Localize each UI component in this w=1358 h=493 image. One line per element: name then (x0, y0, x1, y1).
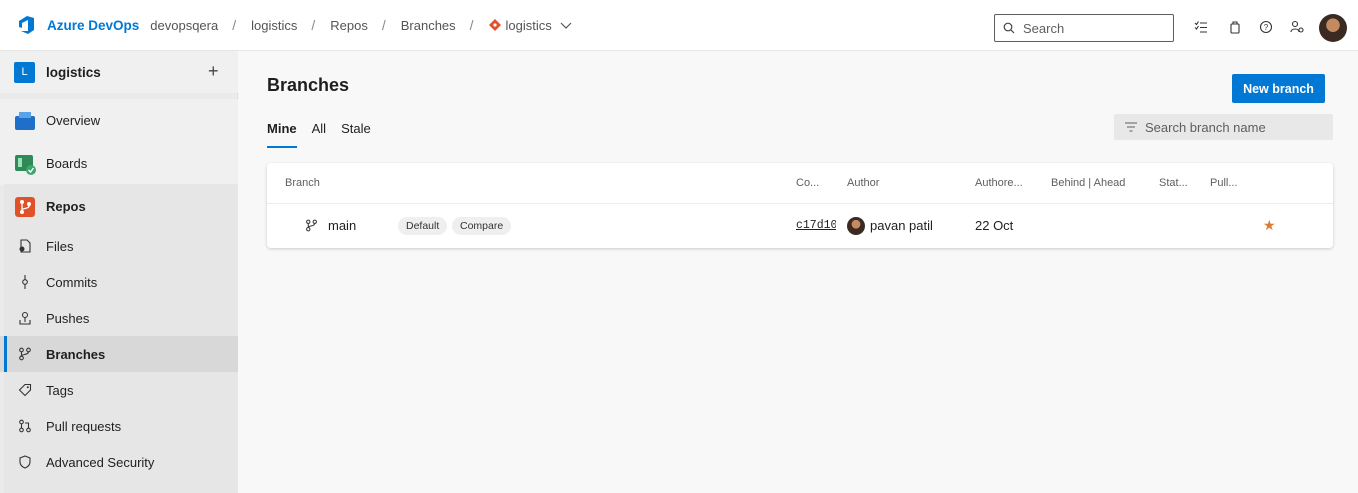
sidebar-item-commits[interactable]: Commits (0, 264, 238, 300)
branch-icon (306, 219, 317, 232)
breadcrumb-branches[interactable]: Branches (401, 18, 456, 33)
search-placeholder: Search (1023, 20, 1065, 36)
author-name: pavan patil (870, 218, 933, 233)
sidebar-item-repos[interactable]: Repos (0, 185, 238, 228)
marketplace-bag-icon[interactable] (1228, 20, 1242, 34)
project-name: logistics (46, 64, 101, 80)
table-row[interactable]: main Default Compare c17d10f pavan patil… (267, 204, 1333, 248)
sidebar-item-label: Files (46, 238, 74, 254)
azure-devops-logo-icon[interactable] (16, 14, 38, 36)
breadcrumb-organization[interactable]: devopsqera (150, 18, 218, 33)
authored-date: 22 Oct (975, 218, 1014, 233)
repos-icon (15, 196, 35, 217)
branch-name[interactable]: main (328, 218, 356, 233)
user-avatar[interactable] (1319, 14, 1347, 42)
sidebar-item-label: Boards (46, 156, 88, 171)
branches-table: Branch Co... Author Authore... Behind | … (267, 163, 1333, 248)
sidebar-item-label: Advanced Security (46, 454, 155, 470)
sidebar-item-label: Commits (46, 274, 98, 290)
project-header[interactable]: L logistics + (0, 51, 238, 93)
project-avatar: L (14, 61, 35, 83)
filter-icon (1125, 122, 1137, 132)
sidebar-item-label: Tags (46, 382, 74, 398)
pushes-icon (17, 310, 33, 326)
commits-icon (17, 274, 33, 290)
branch-tabs: Mine All Stale (267, 120, 386, 148)
search-icon (1003, 22, 1015, 34)
filter-placeholder: Search branch name (1145, 119, 1266, 135)
search-input[interactable]: Search (994, 14, 1174, 42)
left-sidebar: L logistics + Overview Boards Repos File… (0, 51, 238, 493)
tab-stale[interactable]: Stale (341, 120, 371, 148)
column-header-commit[interactable]: Co... (796, 177, 819, 189)
column-header-status[interactable]: Stat... (1159, 177, 1188, 189)
brand-name[interactable]: Azure DevOps (47, 18, 139, 33)
breadcrumb-separator: / (311, 17, 316, 33)
default-badge: Default (398, 217, 448, 235)
tags-icon (17, 382, 33, 398)
chevron-down-icon (560, 22, 572, 29)
git-repo-icon (488, 19, 501, 31)
column-header-pull-request[interactable]: Pull... (1210, 177, 1238, 189)
branches-icon (17, 346, 33, 362)
column-header-authored[interactable]: Authore... (975, 177, 1023, 189)
favorite-star-icon[interactable]: ★ (1263, 217, 1276, 234)
tab-mine[interactable]: Mine (267, 120, 297, 148)
breadcrumb-separator: / (469, 17, 474, 33)
files-icon (17, 238, 33, 254)
task-list-icon[interactable] (1194, 20, 1208, 34)
svg-text:?: ? (1264, 23, 1269, 32)
sidebar-item-pull-requests[interactable]: Pull requests (0, 408, 238, 444)
breadcrumb-repos[interactable]: Repos (330, 18, 368, 33)
sidebar-item-label: Overview (46, 113, 101, 128)
pull-requests-icon (17, 418, 33, 434)
breadcrumb-project[interactable]: logistics (251, 18, 297, 33)
column-header-behind-ahead[interactable]: Behind | Ahead (1051, 177, 1125, 189)
repo-name: logistics (505, 17, 552, 33)
sidebar-item-label: Branches (46, 346, 106, 362)
boards-icon (15, 154, 36, 175)
add-icon[interactable]: + (208, 61, 219, 82)
tab-all[interactable]: All (312, 120, 326, 148)
overview-icon (15, 111, 35, 130)
sidebar-item-overview[interactable]: Overview (0, 99, 238, 142)
page-title: Branches (267, 75, 350, 95)
help-icon[interactable]: ? (1259, 20, 1273, 34)
column-header-author[interactable]: Author (847, 177, 879, 189)
top-header: Azure DevOps devopsqera / logistics / Re… (0, 0, 1358, 51)
sidebar-item-branches[interactable]: Branches (0, 336, 238, 372)
user-settings-icon[interactable] (1290, 20, 1304, 34)
shield-icon (17, 454, 33, 470)
repo-selector[interactable]: logistics (488, 17, 572, 33)
breadcrumb-separator: / (232, 17, 237, 33)
sidebar-item-boards[interactable]: Boards (0, 142, 238, 185)
new-branch-button[interactable]: New branch (1232, 74, 1325, 103)
compare-badge[interactable]: Compare (452, 217, 512, 235)
breadcrumb-separator: / (381, 17, 386, 33)
column-header-branch[interactable]: Branch (285, 177, 320, 189)
sidebar-item-label: Pushes (46, 310, 90, 326)
author-avatar (847, 217, 865, 235)
branch-filter-input[interactable]: Search branch name (1114, 114, 1333, 140)
sidebar-item-pushes[interactable]: Pushes (0, 300, 238, 336)
active-indicator (4, 336, 7, 372)
sidebar-item-tags[interactable]: Tags (0, 372, 238, 408)
sidebar-item-files[interactable]: Files (0, 228, 238, 264)
sidebar-item-label: Repos (46, 199, 86, 214)
sidebar-item-label: Pull requests (46, 418, 122, 434)
commit-id-link[interactable]: c17d10f (796, 219, 836, 232)
sidebar-item-advanced-security[interactable]: Advanced Security (0, 444, 238, 480)
